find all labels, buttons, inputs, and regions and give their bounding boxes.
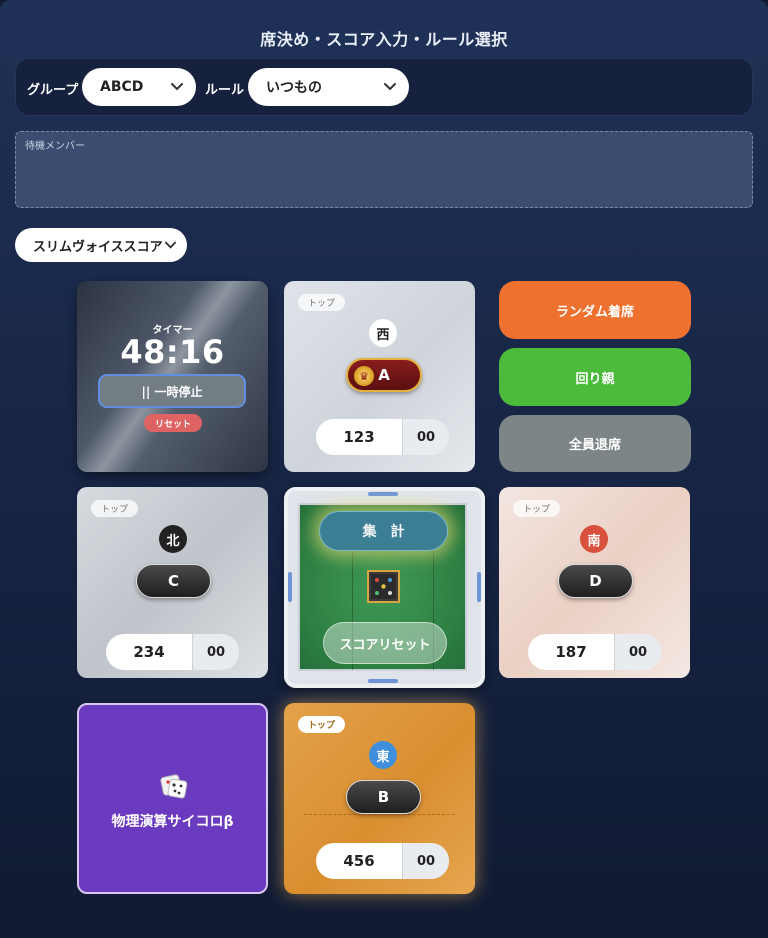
score-sub-value: 00	[614, 634, 661, 670]
rule-label: ルール	[205, 83, 245, 98]
seat-south[interactable]: トップ 南 D 187 00	[499, 487, 690, 678]
score-value: 187	[555, 643, 587, 661]
filter-bar: グループ ABCD ルール いつもの	[15, 58, 753, 116]
rail-marker	[477, 572, 481, 602]
mahjong-table: 集計 スコアリセット	[284, 487, 485, 688]
divider	[304, 814, 455, 815]
player-name: B	[377, 788, 390, 806]
chevron-down-icon	[171, 83, 183, 91]
wind-west-badge: 西	[369, 319, 397, 347]
score-reset-button[interactable]: スコアリセット	[323, 622, 447, 664]
all-leave-button[interactable]: 全員退席	[499, 415, 691, 472]
player-name-pill[interactable]: ♛ A	[346, 358, 422, 392]
rule-select-value: いつもの	[266, 80, 322, 96]
page-title: 席決め・スコア入力・ルール選択	[260, 30, 508, 49]
wind-north-badge: 北	[159, 525, 187, 553]
score-sub-value: 00	[402, 843, 449, 879]
player-name-pill[interactable]: B	[346, 780, 421, 814]
seat-north[interactable]: トップ 北 C 234 00	[77, 487, 268, 678]
score-value: 123	[343, 428, 375, 446]
physics-dice-button[interactable]: 物理演算サイコロβ	[77, 703, 268, 894]
score-mode-value: スリムヴォイススコア	[33, 239, 163, 255]
score-box[interactable]: 234 00	[106, 634, 239, 670]
waiting-members-label: 待機メンバー	[25, 141, 85, 152]
score-sub-value: 00	[402, 419, 449, 455]
player-name: C	[167, 572, 179, 590]
player-name: A	[378, 366, 390, 384]
random-seat-button[interactable]: ランダム着席	[499, 281, 691, 339]
timer-panel: タイマー 48:16 || 一時停止 リセット	[77, 281, 268, 472]
group-label: グループ	[27, 83, 79, 98]
chevron-down-icon	[164, 241, 177, 249]
player-name: D	[589, 572, 602, 590]
group-select[interactable]: ABCD	[82, 68, 196, 106]
group-select-value: ABCD	[100, 79, 144, 95]
score-box[interactable]: 123 00	[316, 419, 449, 455]
score-sub-value: 00	[192, 634, 239, 670]
top-badge: トップ	[298, 716, 346, 733]
score-mode-select[interactable]: スリムヴォイススコア	[15, 228, 187, 262]
pause-button[interactable]: || 一時停止	[98, 374, 246, 408]
top-badge: トップ	[91, 500, 139, 517]
rail-marker	[368, 492, 398, 496]
player-name-pill[interactable]: D	[558, 564, 633, 598]
crown-icon: ♛	[354, 366, 374, 386]
tally-button[interactable]: 集計	[319, 511, 448, 551]
top-badge: トップ	[513, 500, 561, 517]
wind-south-badge: 南	[580, 525, 608, 553]
score-box[interactable]: 456 00	[316, 843, 449, 879]
wind-east-badge: 東	[369, 741, 397, 769]
top-badge: トップ	[298, 294, 346, 311]
dice-icon	[160, 774, 188, 799]
rail-marker	[368, 679, 398, 683]
waiting-members-dropzone[interactable]: 待機メンバー	[15, 131, 753, 208]
rule-select[interactable]: いつもの	[248, 68, 409, 106]
app-window: 席決め・スコア入力・ルール選択 グループ ABCD ルール いつもの 待機メンバ…	[0, 0, 768, 938]
dice-label: 物理演算サイコロβ	[111, 814, 234, 830]
dice-window-icon	[367, 570, 400, 603]
timer-display: 48:16	[120, 333, 225, 371]
timer-reset-button[interactable]: リセット	[144, 414, 202, 432]
seat-west[interactable]: トップ 西 ♛ A 123 00	[284, 281, 475, 472]
seat-east[interactable]: トップ 東 B 456 00	[284, 703, 475, 894]
score-box[interactable]: 187 00	[528, 634, 661, 670]
score-value: 234	[133, 643, 165, 661]
rail-marker	[288, 572, 292, 602]
chevron-down-icon	[384, 83, 396, 91]
rotate-dealer-button[interactable]: 回り親	[499, 348, 691, 406]
score-value: 456	[343, 852, 375, 870]
player-name-pill[interactable]: C	[136, 564, 211, 598]
